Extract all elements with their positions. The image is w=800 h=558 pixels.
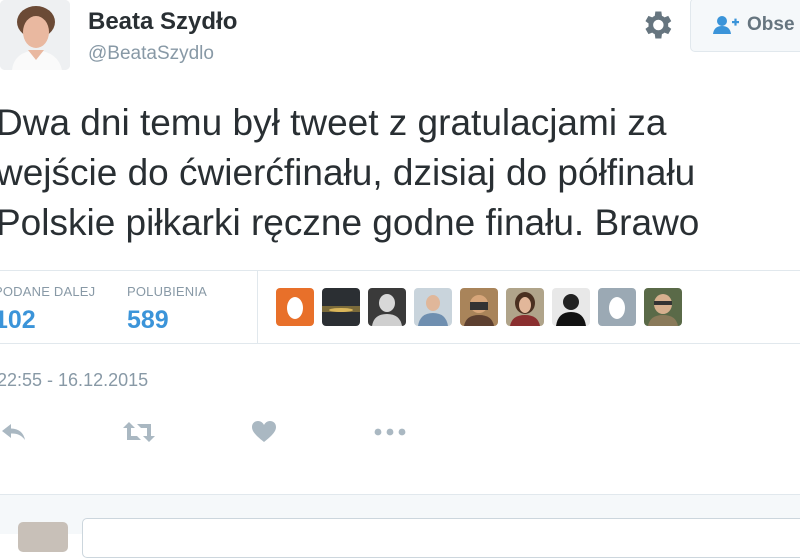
liker-photo [460,288,498,326]
liker-photo [552,288,590,326]
stats-divider-bottom [0,343,800,344]
retweet-button[interactable] [122,418,156,446]
likers-avatars [276,288,682,326]
liker-avatar[interactable] [322,288,360,326]
liker-avatar[interactable] [598,288,636,326]
retweet-icon [123,422,155,442]
add-user-icon [713,16,739,34]
retweets-count: 102 [0,306,36,334]
tweet-line: Polskie piłkarki ręczne godne finału. Br… [0,202,700,243]
liker-photo [368,288,406,326]
reply-input[interactable] [82,518,800,558]
stats-divider-top [0,270,800,271]
likes-stat[interactable]: POLUBIENIA 589 [127,284,207,335]
author-avatar-image [0,0,70,70]
egg-avatar-icon [276,288,314,326]
tweet-text: Dwa dni temu był tweet z gratulacjami za… [0,98,800,248]
liker-avatar[interactable] [460,288,498,326]
settings-gear-button[interactable] [639,7,675,43]
retweets-stat[interactable]: PODANE DALEJ 102 [0,284,95,335]
liker-avatar[interactable] [368,288,406,326]
retweets-label: PODANE DALEJ [0,284,96,299]
reply-button[interactable] [0,418,28,446]
gear-icon [645,11,672,39]
reply-icon [2,424,25,440]
likes-count: 589 [127,306,169,334]
liker-avatar[interactable] [276,288,314,326]
tweet-line: wejście do ćwierćfinału, dzisiaj do półf… [0,152,696,193]
more-dots-icon [374,428,406,436]
liker-photo [414,288,452,326]
liker-avatar[interactable] [506,288,544,326]
liker-avatar[interactable] [644,288,682,326]
liker-photo [322,288,360,326]
more-button[interactable] [373,418,407,446]
author-name[interactable]: Beata Szydło [88,8,237,36]
liker-photo [644,288,682,326]
follow-button-label: Obse [747,14,795,35]
heart-icon [252,421,276,442]
current-user-avatar [18,522,68,552]
liker-avatar[interactable] [414,288,452,326]
liker-photo [506,288,544,326]
like-button[interactable] [251,418,277,446]
tweet-actions [0,418,800,448]
tweet-line: Dwa dni temu był tweet z gratulacjami za [0,102,667,143]
author-avatar[interactable] [0,0,70,70]
author-handle[interactable]: @BeataSzydlo [88,43,214,65]
follow-button[interactable]: Obse [690,0,800,52]
tweet-timestamp[interactable]: 22:55 - 16.12.2015 [0,370,148,391]
egg-avatar-icon [598,288,636,326]
likes-label: POLUBIENIA [127,284,208,299]
liker-avatar[interactable] [552,288,590,326]
stats-separator [257,270,258,343]
